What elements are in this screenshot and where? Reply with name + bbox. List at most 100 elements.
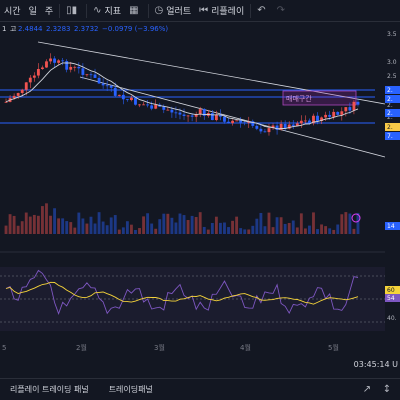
interval-value[interactable]: 일 — [25, 0, 41, 22]
candle-body — [93, 74, 97, 78]
candle-body — [121, 94, 125, 100]
candle-body — [340, 111, 344, 115]
tab-replay-trading-panel[interactable]: 리플레이 트레이딩 패널 — [0, 384, 99, 395]
volume-bar — [125, 221, 129, 234]
price-chart[interactable]: 1 고 2.4844 2.3283 2.3732 −0.0979 (−3.96%… — [0, 22, 400, 352]
candle-body — [81, 68, 85, 75]
candle-body — [308, 120, 311, 124]
candle-body — [223, 116, 226, 122]
volume-bar — [178, 213, 182, 234]
volume-bar — [251, 225, 255, 234]
candle-body — [182, 114, 186, 117]
volume-bar — [77, 212, 81, 234]
volume-bar — [121, 227, 125, 234]
volume-bar — [206, 229, 210, 234]
volume-bar — [291, 220, 295, 234]
chart-type-button[interactable]: 주 — [41, 0, 57, 22]
time-label: 5 — [2, 344, 6, 352]
candle-body — [4, 101, 8, 103]
candle-body — [85, 74, 89, 76]
line-tool-icon[interactable]: ↗ — [360, 383, 374, 397]
candles-button[interactable]: ▯▮ — [62, 0, 84, 22]
volume-bar — [57, 218, 61, 234]
candle-body — [28, 77, 32, 83]
candle-body — [166, 109, 170, 111]
price-tick: 2. — [387, 102, 393, 109]
volume-bar — [283, 223, 287, 234]
volume-bar — [85, 223, 89, 234]
divider — [86, 3, 88, 18]
candle-body — [267, 128, 271, 133]
candle-body — [178, 112, 182, 115]
candle-body — [352, 101, 356, 111]
indicators-button[interactable]: ∿ 지표 — [89, 0, 125, 22]
candle-body — [154, 104, 158, 109]
time-label: 3월 — [154, 343, 165, 352]
clock-display[interactable]: 03:45:14 U — [354, 360, 398, 369]
volume-bar — [32, 214, 36, 234]
rsi-tick: 40. — [387, 315, 397, 322]
candle-body — [41, 67, 44, 69]
volume-bar — [73, 227, 77, 234]
volume-bar — [214, 216, 218, 234]
volume-bar — [130, 224, 133, 234]
interval-label: 시간 — [4, 7, 21, 17]
candle-body — [45, 61, 48, 68]
candle-body — [328, 114, 332, 117]
interval-selector[interactable]: 시간 — [0, 0, 25, 22]
rsi-value: 54 — [387, 295, 395, 302]
price-tick: 3.5 — [387, 31, 397, 38]
layouts-button[interactable]: ▦ — [125, 0, 145, 22]
volume-bar — [348, 213, 352, 234]
candle-body — [97, 77, 101, 84]
indicators-icon: ∿ — [93, 5, 102, 16]
volume-bar — [105, 225, 109, 234]
top-toolbar: 시간 일 주 ▯▮ ∿ 지표 ▦ ◷ 얼러트 ⏮ 리플레이 ↶ ↷ — [0, 0, 400, 22]
volume-bar — [69, 222, 73, 234]
divider — [147, 3, 149, 18]
alert-button[interactable]: ◷ 얼러트 — [151, 0, 196, 22]
candle-body — [356, 101, 360, 105]
time-axis[interactable]: 5 2월 3월 4월 5월 — [0, 340, 400, 354]
volume-bar — [146, 213, 150, 234]
divider — [250, 3, 252, 18]
candle-body — [36, 68, 40, 76]
candle-body — [69, 66, 73, 70]
volume-label: 14 — [387, 223, 395, 230]
chart-area[interactable]: 1 고 2.4844 2.3283 2.3732 −0.0979 (−3.96%… — [0, 22, 400, 352]
candle-body — [117, 94, 121, 96]
measure-icon[interactable]: ↕ — [380, 383, 394, 397]
price-axis[interactable] — [385, 22, 400, 352]
volume-bar — [316, 229, 319, 234]
bottom-panel-bar: 리플레이 트레이딩 패널 트레이딩패널 ↗ ↕ — [0, 378, 400, 400]
trend-line-lower[interactable] — [79, 76, 386, 158]
volume-bar — [24, 212, 28, 234]
volume-bar — [61, 218, 65, 234]
redo-button[interactable]: ↷ — [273, 0, 292, 22]
candle-body — [174, 112, 178, 114]
replay-button[interactable]: ⏮ 리플레이 — [195, 0, 248, 22]
candle-body — [77, 66, 81, 69]
alert-icon: ◷ — [154, 5, 164, 16]
legend-prefix: 1 — [2, 25, 6, 33]
undo-button[interactable]: ↶ — [253, 0, 272, 22]
candle-body — [61, 60, 65, 62]
candle-body — [109, 85, 113, 88]
candle-body — [138, 104, 141, 106]
volume-bar — [267, 212, 271, 234]
volume-bar — [142, 216, 145, 234]
legend-high-value: 2.4844 — [18, 25, 43, 33]
candle-body — [227, 121, 230, 124]
price-label: 7. — [387, 133, 393, 140]
tab-trading-panel[interactable]: 트레이딩패널 — [99, 384, 163, 395]
volume-bar — [49, 215, 52, 234]
candle-body — [259, 128, 263, 132]
candle-body — [65, 61, 69, 70]
candle-body — [235, 120, 239, 122]
volume-bar — [65, 221, 69, 234]
layouts-icon: ▦ — [129, 5, 139, 16]
candle-body — [344, 107, 348, 112]
candle-body — [263, 131, 267, 133]
candle-body — [89, 74, 93, 76]
candle-body — [24, 82, 28, 90]
